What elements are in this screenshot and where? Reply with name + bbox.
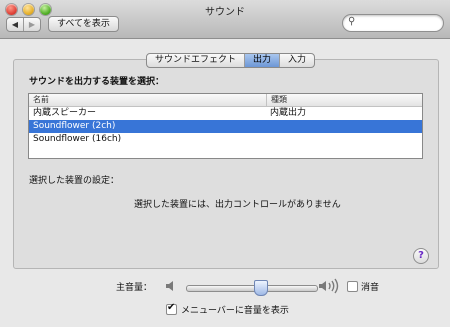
device-name: Soundflower (16ch) (33, 134, 122, 144)
tab-bar: サウンドエフェクト 出力 入力 (146, 53, 316, 68)
device-name: Soundflower (2ch) (33, 121, 116, 131)
select-device-label: サウンドを出力する装置を選択： (29, 77, 165, 87)
show-all-button[interactable]: すべてを表示 (48, 16, 119, 32)
tab-output[interactable]: 出力 (244, 54, 280, 67)
speaker-low-icon (166, 281, 173, 291)
back-arrow-icon: ◀ (11, 20, 19, 29)
help-button[interactable]: ? (413, 248, 429, 264)
back-forward-group: ◀ ▶ (6, 17, 41, 32)
mute-label: 消音 (361, 283, 380, 293)
output-volume-label: 主音量： (116, 283, 153, 293)
back-button[interactable]: ◀ (7, 18, 23, 31)
tab-sound-effects[interactable]: サウンドエフェクト (147, 54, 244, 67)
column-header-type[interactable]: 種類 (267, 94, 287, 106)
tab-input[interactable]: 入力 (279, 54, 314, 67)
title-bar: サウンド ◀ ▶ すべてを表示 ⚲ (0, 0, 450, 39)
show-volume-checkbox[interactable] (166, 302, 177, 315)
mute-option[interactable]: 消音 (347, 280, 379, 293)
device-type (266, 133, 270, 146)
table-header: 名前 種類 (29, 94, 422, 107)
search-field[interactable]: ⚲ (342, 14, 444, 32)
table-row[interactable]: Soundflower (16ch) (29, 133, 422, 146)
selected-device-settings-label: 選択した装置の設定： (29, 176, 120, 186)
device-table[interactable]: 名前 種類 内蔵スピーカー 内蔵出力 Soundflower (2ch) Sou… (28, 93, 423, 159)
show-volume-label: メニューバーに音量を表示 (181, 306, 289, 316)
device-type (266, 120, 270, 133)
forward-arrow-icon: ▶ (28, 20, 36, 29)
forward-button[interactable]: ▶ (23, 18, 40, 31)
mute-checkbox[interactable] (347, 281, 358, 292)
device-name: 内蔵スピーカー (33, 108, 97, 118)
table-row[interactable]: 内蔵スピーカー 内蔵出力 (29, 107, 422, 120)
content-panel (13, 59, 439, 269)
device-type: 内蔵出力 (270, 108, 307, 118)
volume-slider[interactable] (186, 280, 318, 296)
column-header-name[interactable]: 名前 (29, 94, 267, 106)
show-volume-in-menubar-option[interactable]: メニューバーに音量を表示 (166, 302, 289, 316)
speaker-high-icon (319, 278, 339, 294)
table-row[interactable]: Soundflower (2ch) (29, 120, 422, 133)
search-icon: ⚲ (348, 16, 356, 27)
volume-slider-thumb[interactable] (254, 280, 268, 296)
no-controls-message: 選択した装置には、出力コントロールがありません (134, 200, 341, 210)
